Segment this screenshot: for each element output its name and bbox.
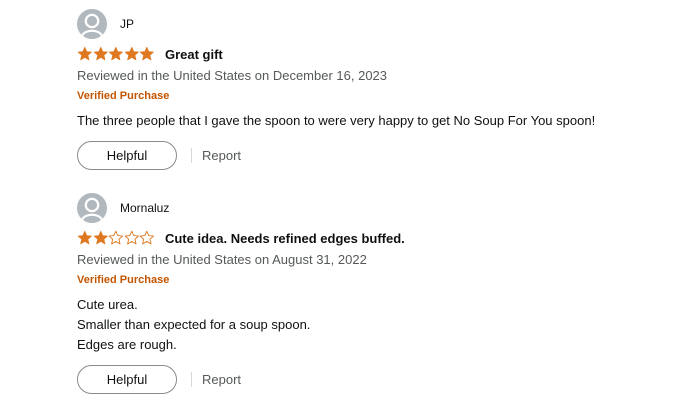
review-card: JP Great gift Reviewed in the United Sta…: [77, 8, 677, 170]
star-rating[interactable]: [77, 230, 155, 246]
user-silhouette-icon: [77, 193, 107, 223]
star-filled-icon: [108, 47, 124, 61]
helpful-button[interactable]: Helpful: [77, 365, 177, 394]
review-card: Mornaluz Cute idea. Needs refined edges …: [77, 192, 677, 394]
helpful-button[interactable]: Helpful: [77, 141, 177, 170]
star-filled-icon: [93, 47, 108, 61]
review-date: Reviewed in the United States on August …: [77, 252, 367, 267]
review-title[interactable]: Cute idea. Needs refined edges buffed.: [165, 231, 405, 246]
star-filled-icon: [77, 231, 92, 245]
star-filled-icon: [77, 47, 92, 61]
star-rating[interactable]: [77, 46, 155, 62]
review-body-line: Edges are rough.: [77, 337, 177, 352]
star-filled-icon: [124, 47, 139, 61]
review-date: Reviewed in the United States on Decembe…: [77, 68, 388, 83]
report-link[interactable]: Report: [202, 148, 241, 163]
review-body-line: Cute urea.: [77, 297, 138, 312]
review-body-line: The three people that I gave the spoon t…: [77, 113, 596, 128]
star-empty-icon: [139, 230, 155, 245]
star-filled-icon: [140, 47, 155, 61]
reviewer-name[interactable]: Mornaluz: [120, 201, 169, 215]
star-filled-icon: [93, 231, 108, 245]
review-title[interactable]: Great gift: [165, 47, 223, 62]
divider: [191, 372, 192, 387]
user-silhouette-icon: [77, 9, 107, 39]
review-body: The three people that I gave the spoon t…: [77, 111, 677, 131]
review-body: Cute urea. Smaller than expected for a s…: [77, 295, 677, 355]
review-body-line: Smaller than expected for a soup spoon.: [77, 317, 311, 332]
star-empty-icon: [124, 230, 139, 245]
verified-purchase-badge[interactable]: Verified Purchase: [77, 273, 677, 287]
reviewer-profile[interactable]: JP: [77, 8, 677, 40]
report-link[interactable]: Report: [202, 372, 241, 387]
reviewer-name[interactable]: JP: [120, 17, 134, 31]
avatar: [77, 9, 107, 39]
divider: [191, 148, 192, 163]
reviewer-profile[interactable]: Mornaluz: [77, 192, 677, 224]
star-empty-icon: [108, 230, 124, 245]
avatar: [77, 193, 107, 223]
verified-purchase-badge[interactable]: Verified Purchase: [77, 89, 677, 103]
